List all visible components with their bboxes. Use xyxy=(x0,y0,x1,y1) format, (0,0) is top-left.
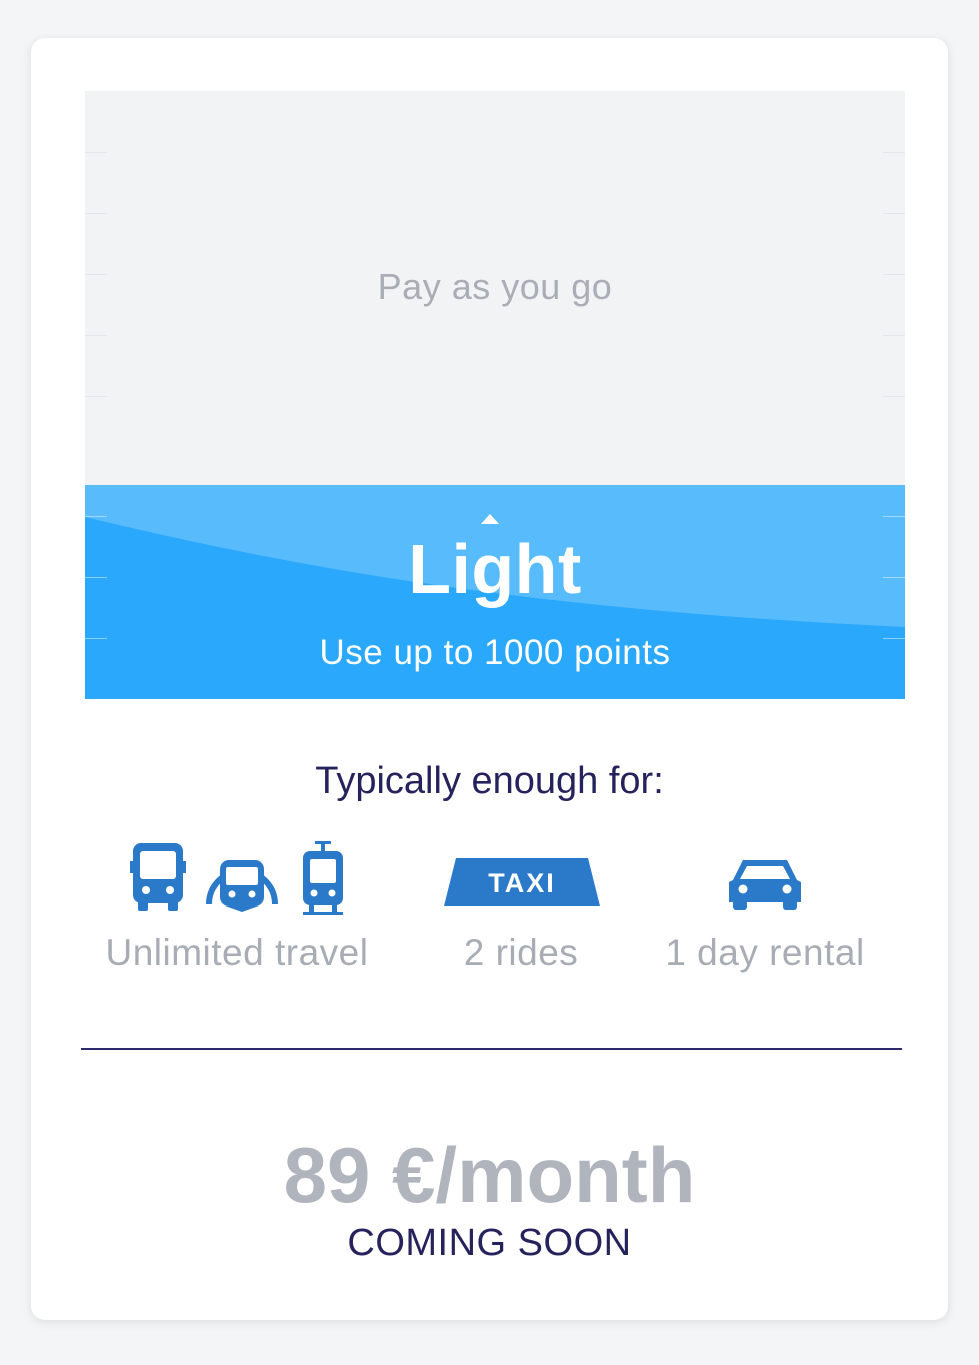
metro-icon xyxy=(206,860,278,912)
feature-label-taxi: 2 rides xyxy=(463,932,579,973)
price: 89 €/month xyxy=(283,1131,696,1219)
caret-up-icon[interactable] xyxy=(481,514,499,524)
taxi-icon: TAXI xyxy=(444,858,600,906)
feature-label-travel: Unlimited travel xyxy=(105,932,369,973)
features-title: Typically enough for: xyxy=(315,760,664,802)
payg-tier[interactable]: Pay as you go xyxy=(85,91,905,485)
car-icon xyxy=(729,860,801,910)
plan-selector[interactable]: Pay as you go Light Use up to 1000 point… xyxy=(85,91,905,699)
scale-tick xyxy=(85,213,107,214)
plan-card: Pay as you go Light Use up to 1000 point… xyxy=(31,38,948,1320)
light-tier[interactable]: Light Use up to 1000 points xyxy=(85,485,905,699)
feature-label-rental: 1 day rental xyxy=(665,932,865,973)
tram-icon xyxy=(303,841,343,915)
scale-tick xyxy=(85,516,107,517)
plan-subtitle: Use up to 1000 points xyxy=(319,633,671,672)
scale-tick xyxy=(883,516,905,517)
plan-name: Light xyxy=(408,530,582,608)
status-label: COMING SOON xyxy=(347,1222,632,1264)
scale-tick xyxy=(85,152,107,153)
scale-tick xyxy=(883,152,905,153)
taxi-icon-text: TAXI xyxy=(488,868,556,898)
bus-icon xyxy=(130,843,186,911)
scale-tick xyxy=(85,396,107,397)
payg-label: Pay as you go xyxy=(377,266,613,307)
scale-tick xyxy=(883,396,905,397)
scale-tick xyxy=(883,335,905,336)
divider xyxy=(81,1048,902,1050)
scale-tick xyxy=(85,335,107,336)
scale-tick xyxy=(883,213,905,214)
